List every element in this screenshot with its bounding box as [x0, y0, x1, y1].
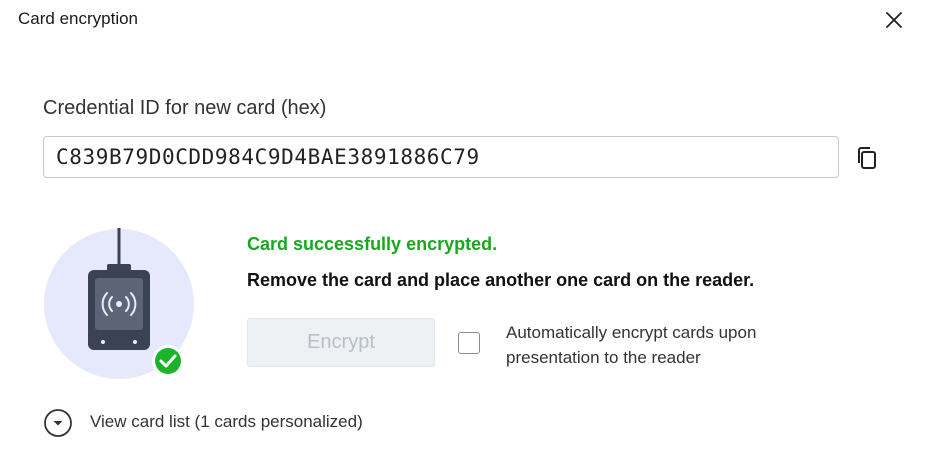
- dialog-title: Card encryption: [18, 9, 139, 28]
- card-reader-icon: [88, 264, 150, 350]
- copy-button[interactable]: [853, 144, 881, 172]
- card-reader-illustration: [43, 226, 195, 382]
- credential-id-field[interactable]: [43, 136, 839, 178]
- auto-encrypt-label: Automatically encrypt cards upon present…: [506, 323, 757, 367]
- close-icon: [886, 12, 902, 28]
- card-list-toggle-button[interactable]: [43, 408, 73, 438]
- check-circle-icon: [152, 345, 184, 377]
- credential-id-label: Credential ID for new card (hex): [43, 97, 327, 119]
- instruction-message: Remove the card and place another one ca…: [247, 270, 755, 290]
- copy-icon: [858, 147, 876, 169]
- chevron-down-circle-icon: [44, 409, 72, 437]
- success-message: Card successfully encrypted.: [247, 234, 498, 254]
- close-button[interactable]: [880, 6, 908, 34]
- card-list-label[interactable]: View card list (1 cards personalized): [90, 412, 363, 432]
- credential-id-input[interactable]: [56, 145, 838, 169]
- encrypt-button[interactable]: Encrypt: [247, 318, 435, 367]
- auto-encrypt-checkbox[interactable]: [458, 332, 480, 354]
